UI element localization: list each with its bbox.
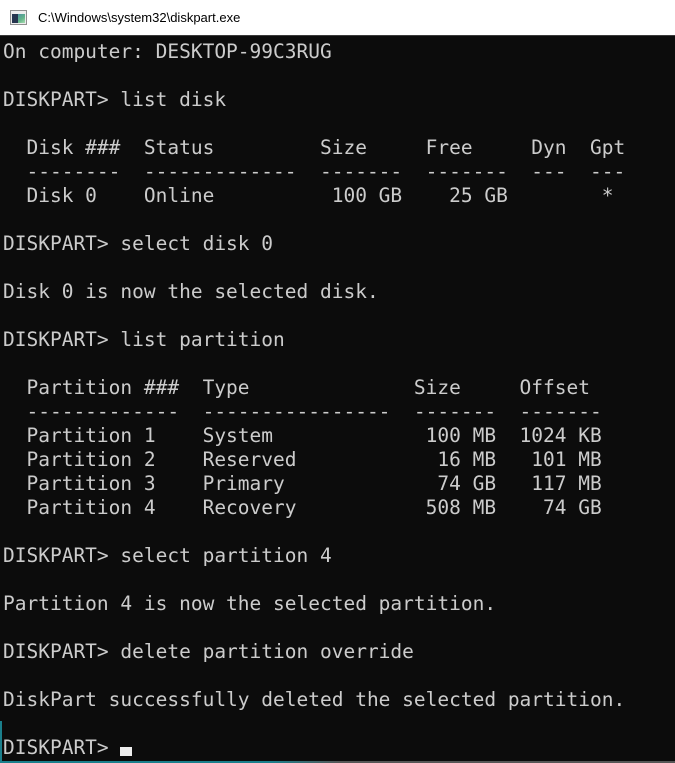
titlebar[interactable]: C:\Windows\system32\diskpart.exe <box>0 0 675 36</box>
terminal[interactable]: On computer: DESKTOP-99C3RUG DISKPART> li… <box>0 36 675 763</box>
terminal-line: Partition 2 Reserved 16 MB 101 MB <box>3 448 675 472</box>
terminal-line <box>3 664 675 688</box>
terminal-line: DiskPart successfully deleted the select… <box>3 688 675 712</box>
terminal-line <box>3 304 675 328</box>
window-border-accent-left <box>0 721 2 761</box>
terminal-line <box>3 208 675 232</box>
prompt-text: DISKPART> <box>3 736 120 759</box>
terminal-line <box>3 352 675 376</box>
terminal-line: Disk 0 is now the selected disk. <box>3 280 675 304</box>
terminal-line: DISKPART> delete partition override <box>3 640 675 664</box>
terminal-line: -------- ------------- ------- ------- -… <box>3 160 675 184</box>
terminal-line: ------------- ---------------- ------- -… <box>3 400 675 424</box>
terminal-line: Disk 0 Online 100 GB 25 GB * <box>3 184 675 208</box>
terminal-line <box>3 568 675 592</box>
window-title: C:\Windows\system32\diskpart.exe <box>38 10 240 25</box>
terminal-line <box>3 712 675 736</box>
terminal-line: Partition 3 Primary 74 GB 117 MB <box>3 472 675 496</box>
terminal-line: Disk ### Status Size Free Dyn Gpt <box>3 136 675 160</box>
terminal-line: Partition 4 is now the selected partitio… <box>3 592 675 616</box>
console-app-icon[interactable] <box>10 10 27 25</box>
terminal-output: On computer: DESKTOP-99C3RUG DISKPART> li… <box>3 40 675 736</box>
terminal-line <box>3 112 675 136</box>
terminal-line: DISKPART> list disk <box>3 88 675 112</box>
text-cursor <box>120 747 132 756</box>
console-window: C:\Windows\system32\diskpart.exe On comp… <box>0 0 675 763</box>
console-icon-green-pane <box>18 14 25 23</box>
terminal-line: Partition ### Type Size Offset <box>3 376 675 400</box>
terminal-prompt-line[interactable]: DISKPART> <box>3 736 675 760</box>
terminal-line <box>3 256 675 280</box>
terminal-line: Partition 1 System 100 MB 1024 KB <box>3 424 675 448</box>
terminal-line <box>3 520 675 544</box>
terminal-line <box>3 64 675 88</box>
terminal-line: DISKPART> select disk 0 <box>3 232 675 256</box>
terminal-line: Partition 4 Recovery 508 MB 74 GB <box>3 496 675 520</box>
terminal-line: DISKPART> list partition <box>3 328 675 352</box>
terminal-line: DISKPART> select partition 4 <box>3 544 675 568</box>
terminal-line: On computer: DESKTOP-99C3RUG <box>3 40 675 64</box>
terminal-line <box>3 616 675 640</box>
